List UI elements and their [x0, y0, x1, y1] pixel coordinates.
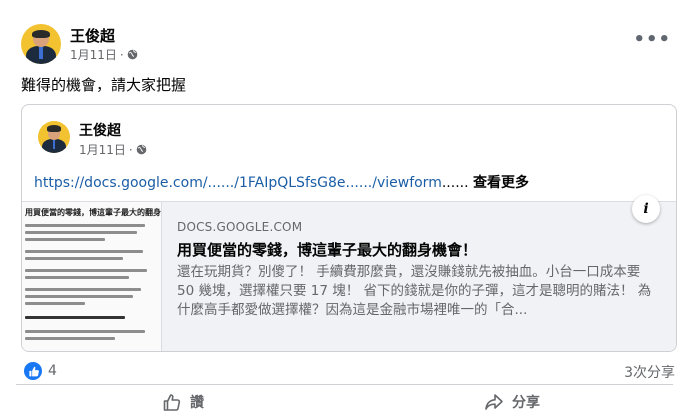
shared-post-text: https://docs.google.com/....../1FAIpQLSf…: [34, 172, 529, 192]
see-more-link[interactable]: 查看更多: [473, 175, 529, 191]
more-options-button[interactable]: •••: [633, 31, 671, 49]
post-date[interactable]: 1月11日: [70, 46, 117, 63]
shared-post-meta: 1月11日 ·: [79, 141, 147, 158]
action-divider: [16, 384, 673, 385]
thumbs-up-icon: [163, 394, 181, 411]
preview-thumbnail[interactable]: 用買便當的零錢，博這輩子最大的翻身機: [22, 202, 162, 351]
post-meta: 1月11日 ·: [70, 46, 138, 63]
author-avatar[interactable]: [21, 24, 61, 64]
thumbnail-text-line: [25, 276, 129, 279]
thumbnail-text-line: [25, 224, 145, 227]
preview-title[interactable]: 用買便當的零錢，博這輩子最大的翻身機會！: [177, 239, 662, 260]
shared-author-avatar[interactable]: [38, 121, 70, 153]
thumbnail-text-line: [25, 288, 141, 291]
share-arrow-icon: [485, 394, 503, 410]
preview-description: 還在玩期貨？別傻了！ 手續費那麼貴，還沒賺錢就先被抽血。小台一口成本要 50 幾…: [177, 264, 652, 318]
form-link[interactable]: https://docs.google.com/....../1FAIpQLSf…: [34, 175, 442, 191]
share-label: 分享: [512, 395, 540, 411]
post-text: 難得的機會，請大家把握: [21, 76, 187, 94]
thumbnail-text-line: [25, 302, 85, 305]
thumbnail-text-line: [25, 330, 145, 333]
thumbnail-text-line: [25, 269, 147, 272]
like-reaction-icon: [24, 362, 42, 380]
shared-author-name[interactable]: 王俊超: [79, 120, 121, 140]
meta-separator: ·: [119, 47, 124, 62]
globe-icon: [127, 49, 138, 60]
globe-icon: [136, 144, 147, 155]
link-ellipsis: ......: [441, 175, 473, 191]
share-button[interactable]: 分享: [484, 392, 540, 412]
link-preview[interactable]: 用買便當的零錢，博這輩子最大的翻身機 DOCS.GOOGLE.COM 用買便當的…: [22, 201, 676, 351]
like-button[interactable]: 讚: [162, 392, 204, 412]
like-label: 讚: [190, 395, 204, 411]
shared-post-date[interactable]: 1月11日: [79, 141, 126, 158]
thumbnail-text-line: [25, 257, 123, 260]
preview-domain: DOCS.GOOGLE.COM: [177, 220, 303, 234]
shared-post-card[interactable]: 王俊超 1月11日 · https://docs.google.com/....…: [21, 104, 677, 352]
share-count[interactable]: 3次分享: [624, 362, 675, 382]
thumbnail-text-line: [25, 231, 137, 234]
thumbnail-text-line: [25, 295, 133, 298]
thumbnail-text-line: [25, 250, 143, 253]
author-name[interactable]: 王俊超: [70, 25, 115, 46]
reaction-count[interactable]: 4: [48, 363, 57, 379]
thumbnail-text-line: [25, 316, 125, 319]
reactions-summary[interactable]: 4: [24, 362, 57, 380]
thumbnail-title: 用買便當的零錢，博這輩子最大的翻身機: [25, 208, 162, 217]
info-icon[interactable]: i: [632, 195, 660, 223]
thumbnail-text-line: [25, 337, 115, 340]
preview-body[interactable]: DOCS.GOOGLE.COM 用買便當的零錢，博這輩子最大的翻身機會！ 還在玩…: [177, 220, 662, 320]
shared-meta-separator: ·: [128, 142, 133, 157]
thumbnail-text-line: [25, 238, 105, 241]
